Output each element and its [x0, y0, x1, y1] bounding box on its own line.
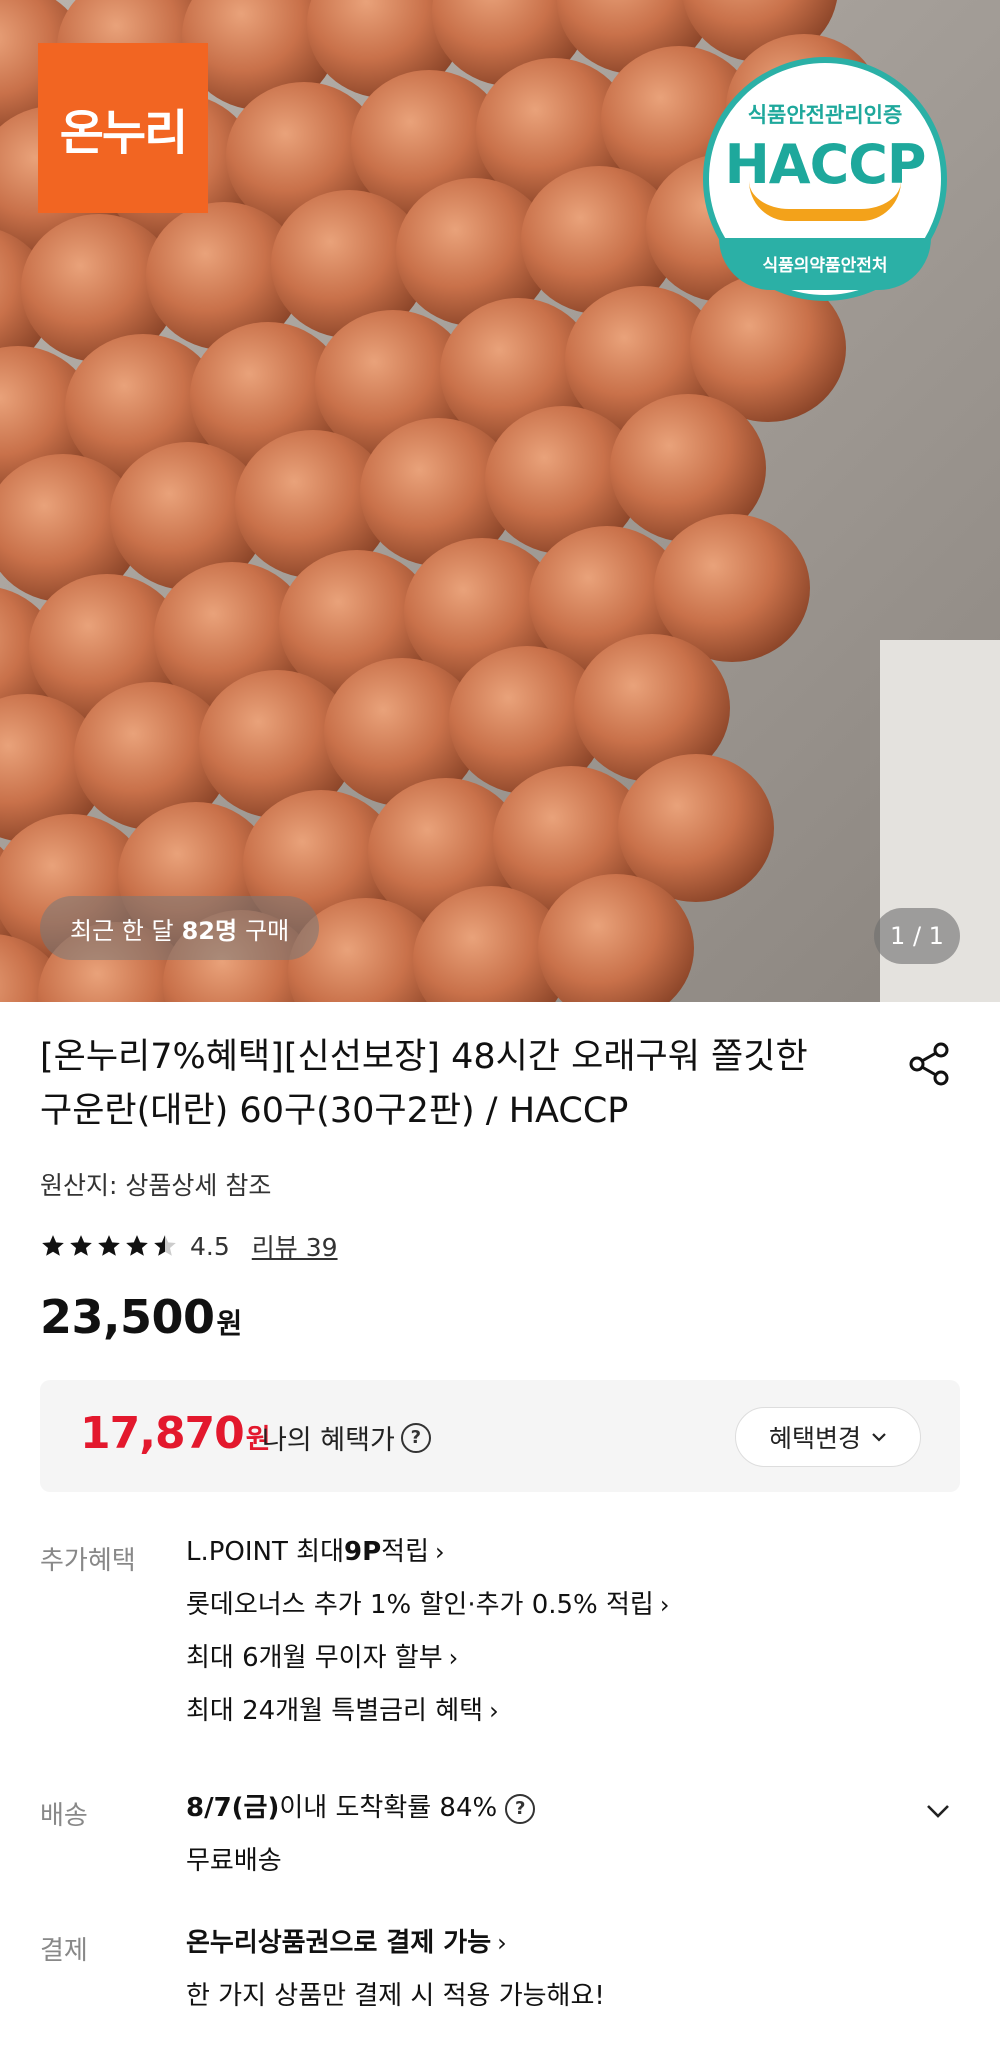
recent-purchase-badge: 최근 한 달 82명 구매 [40, 896, 320, 960]
help-icon[interactable]: ? [400, 1422, 431, 1453]
benefit-item-lpoint[interactable]: L.POINT 최대 9P 적립 › [186, 1526, 669, 1579]
chevron-down-icon[interactable] [922, 1795, 954, 1827]
rating-row: 4.5 리뷰 39 [40, 1228, 338, 1264]
payment-note: 한 가지 상품만 결제 시 적용 가능해요! [186, 1981, 605, 2011]
delivery-estimate: 8/7(금) 이내 도착확률 84% ? [186, 1782, 536, 1835]
chevron-right-icon: › [659, 1591, 670, 1619]
payment-info: 온누리상품권으로 결제 가능 › 한 가지 상품만 결제 시 적용 가능해요! [186, 1917, 605, 2023]
star-icon [42, 1235, 64, 1256]
image-page-indicator: 1 / 1 [874, 908, 960, 964]
help-icon[interactable]: ? [505, 1793, 536, 1824]
chevron-right-icon: › [489, 1697, 499, 1725]
shipping-fee: 무료배송 [186, 1846, 282, 1876]
benefit-item-lotte-owners[interactable]: 롯데오너스 추가 1% 할인·추가 0.5% 적립 › [186, 1579, 669, 1632]
benefit-price-box: 17,870원 나의 혜택가 ? 혜택변경 [40, 1380, 960, 1492]
delivery-label: 배송 [40, 1801, 88, 1831]
benefit-price: 17,870원 [80, 1408, 271, 1459]
haccp-badge: 식품안전관리인증 HACCP 식품의약품안전처 [703, 57, 947, 301]
chevron-right-icon: › [448, 1644, 459, 1672]
onnuri-payment-link[interactable]: 온누리상품권으로 결제 가능 › [186, 1917, 605, 1970]
original-price: 23,500원 [40, 1290, 242, 1344]
star-icon [70, 1235, 92, 1256]
chevron-down-icon [872, 1433, 886, 1442]
star-icon [98, 1235, 120, 1256]
rating-stars [40, 1233, 178, 1259]
extra-benefit-list: L.POINT 최대 9P 적립 › 롯데오너스 추가 1% 할인·추가 0.5… [186, 1526, 669, 1738]
product-title: [온누리7%혜택][신선보장] 48시간 오래구워 쫄깃한 구운란(대란) 60… [40, 1037, 808, 1131]
benefit-label: 나의 혜택가 ? [262, 1418, 431, 1457]
origin-info: 원산지: 상품상세 참조 [40, 1171, 272, 1200]
delivery-info: 8/7(금) 이내 도착확률 84% ? 무료배송 [186, 1782, 536, 1888]
benefit-item-installment[interactable]: 최대 6개월 무이자 할부 › [186, 1632, 669, 1685]
benefit-item-special-rate[interactable]: 최대 24개월 특별금리 혜택 › [186, 1685, 669, 1738]
onnuri-logo: 온누리 [38, 43, 208, 213]
chevron-right-icon: › [435, 1538, 445, 1566]
star-icon [126, 1235, 148, 1256]
review-link[interactable]: 리뷰 39 [252, 1228, 338, 1264]
star-half-icon [154, 1235, 176, 1256]
extra-benefit-label: 추가혜택 [40, 1546, 136, 1576]
chevron-right-icon: › [497, 1929, 507, 1957]
rating-value: 4.5 [190, 1231, 230, 1261]
share-icon[interactable] [905, 1040, 953, 1088]
product-image[interactable]: 온누리 식품안전관리인증 HACCP 식품의약품안전처 최근 한 달 82명 구… [0, 0, 1000, 1002]
payment-label: 결제 [40, 1936, 88, 1966]
change-benefit-button[interactable]: 혜택변경 [735, 1407, 921, 1467]
